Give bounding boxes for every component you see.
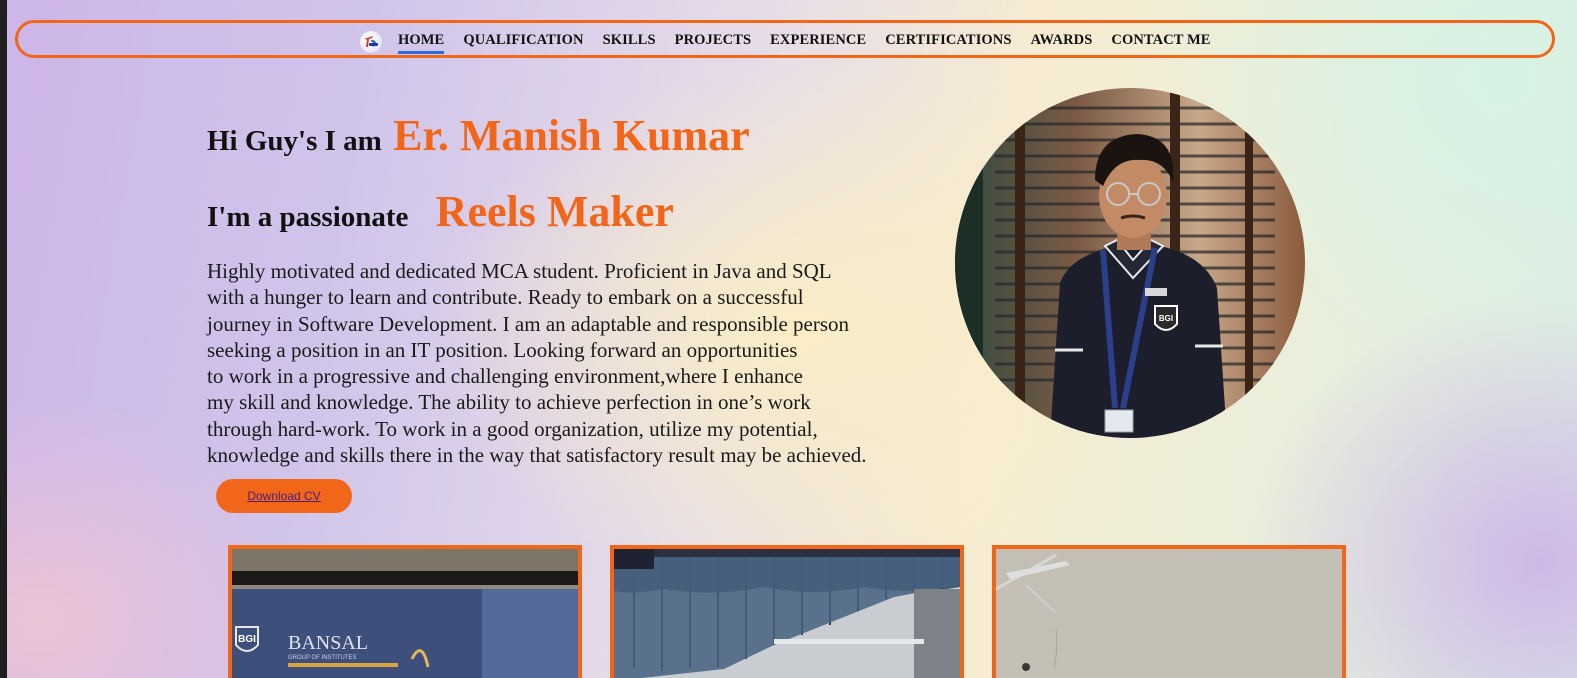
nav-contact-link[interactable]: CONTACT ME	[1111, 32, 1210, 49]
gallery-photo-2	[610, 545, 964, 678]
hero-name: Er. Manish Kumar	[393, 111, 750, 160]
shirt-badge-text: BGI	[1159, 314, 1173, 323]
profile-photo: BGI	[955, 88, 1305, 438]
role-prefix: I'm a passionate	[207, 201, 409, 233]
banner-title-text: BANSAL	[288, 632, 368, 654]
about-line: my skill and knowledge. The ability to a…	[207, 390, 811, 415]
role-title: Reels Maker	[435, 187, 674, 236]
nav-awards-link[interactable]: AWARDS	[1031, 32, 1093, 49]
about-line: journey in Software Development. I am an…	[207, 311, 850, 336]
greeting-text: Hi Guy's I am	[207, 125, 382, 157]
about-line: to work in a progressive and challenging…	[207, 364, 803, 389]
hero-role: I'm a passionate Reels Maker	[207, 186, 674, 237]
download-cv-button[interactable]: Download CV	[216, 479, 352, 513]
nav-skills-link[interactable]: SKILLS	[603, 32, 656, 49]
site-logo-icon[interactable]	[360, 31, 382, 53]
left-window-edge	[0, 0, 7, 678]
nav-links: HOME QUALIFICATION SKILLS PROJECTS EXPER…	[360, 28, 1230, 54]
about-line: through hard-work. To work in a good org…	[207, 416, 818, 441]
about-paragraph: Highly motivated and dedicated MCA stude…	[207, 258, 927, 468]
banner-logo-text: BGI	[238, 634, 256, 645]
navbar: HOME QUALIFICATION SKILLS PROJECTS EXPER…	[15, 20, 1555, 58]
nav-certifications-link[interactable]: CERTIFICATIONS	[885, 32, 1011, 49]
banner-subtitle-text: GROUP OF INSTITUTES	[288, 655, 357, 661]
hero-greeting: Hi Guy's I am Er. Manish Kumar	[207, 110, 750, 161]
gallery-photo-3	[992, 545, 1346, 678]
about-line: knowledge and skills there in the way th…	[207, 443, 867, 468]
nav-experience-link[interactable]: EXPERIENCE	[770, 32, 866, 49]
about-line: Highly motivated and dedicated MCA stude…	[207, 259, 832, 283]
about-line: with a hunger to learn and contribute. R…	[207, 285, 804, 310]
gallery-photo-1: BGI BANSAL GROUP OF INSTITUTES	[228, 545, 582, 678]
nav-home-link[interactable]: HOME	[398, 32, 445, 54]
nav-projects-link[interactable]: PROJECTS	[675, 32, 752, 49]
nav-qualification-link[interactable]: QUALIFICATION	[463, 32, 583, 49]
about-line: seeking a position in an IT position. Lo…	[207, 337, 798, 362]
